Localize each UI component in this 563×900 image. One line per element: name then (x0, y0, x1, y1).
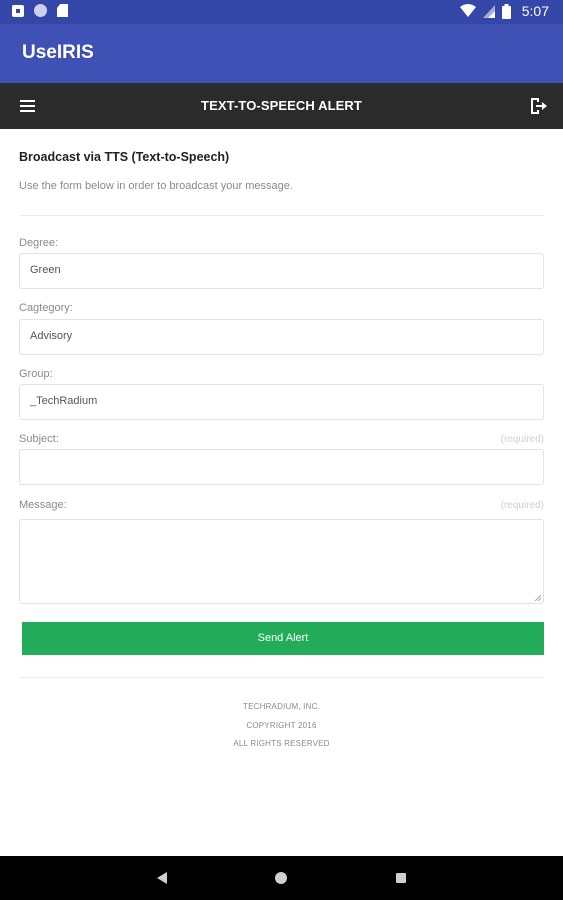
category-label: Cagtegory: (19, 302, 73, 314)
divider (19, 215, 544, 216)
group-label: Group: (19, 368, 53, 380)
page-title: TEXT-TO-SPEECH ALERT (201, 98, 362, 113)
sd-card-icon (57, 4, 68, 17)
back-icon[interactable] (157, 872, 167, 884)
notification-icons (12, 4, 68, 17)
system-icons: 5:07 (459, 3, 549, 19)
battery-icon (501, 3, 511, 19)
message-label: Message: (19, 499, 67, 511)
subject-required-hint: (required) (500, 434, 544, 445)
footer-copyright: COPYRIGHT 2016 (246, 721, 317, 730)
send-alert-button[interactable]: Send Alert (22, 622, 544, 655)
notification-app-icon (12, 4, 24, 17)
subject-label: Subject: (19, 433, 59, 445)
logout-icon[interactable] (528, 96, 548, 116)
divider (19, 677, 544, 678)
degree-label: Degree: (19, 237, 59, 249)
page-header: TEXT-TO-SPEECH ALERT (0, 83, 563, 129)
category-select[interactable]: Advisory (19, 319, 544, 355)
status-bar: 5:07 (0, 0, 563, 24)
degree-select[interactable]: Green (19, 253, 544, 289)
notification-circle-icon (34, 4, 47, 17)
form-title: Broadcast via TTS (Text-to-Speech) (19, 150, 230, 164)
message-required-hint: (required) (500, 500, 544, 511)
resize-grip-icon[interactable] (534, 594, 541, 601)
footer-company: TECHRADIUM, INC. (243, 702, 320, 711)
cell-signal-icon (482, 4, 495, 18)
app-bar: UseIRIS (0, 24, 563, 83)
home-icon[interactable] (275, 872, 287, 884)
footer-rights: ALL RIGHTS RESERVED (233, 739, 330, 748)
form-description: Use the form below in order to broadcast… (19, 180, 293, 192)
clock: 5:07 (521, 3, 549, 19)
group-select[interactable]: _TechRadium (19, 384, 544, 420)
wifi-icon (459, 4, 476, 17)
subject-input[interactable] (19, 449, 544, 485)
message-textarea[interactable] (19, 519, 544, 604)
system-navigation-bar (0, 856, 563, 900)
app-title: UseIRIS (22, 42, 94, 63)
recent-apps-icon[interactable] (396, 873, 406, 883)
